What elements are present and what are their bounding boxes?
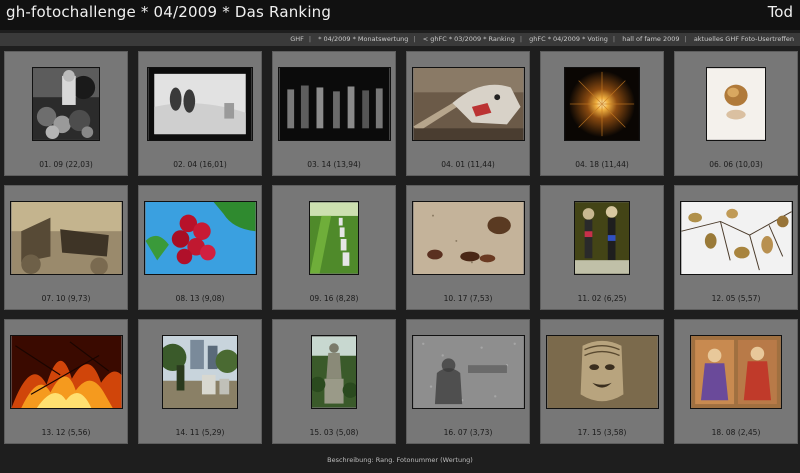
- photo-caption: 10. 17 (7,53): [443, 294, 493, 303]
- photo-caption: 04. 18 (11,44): [575, 160, 629, 169]
- nav-link-usertreffen[interactable]: aktuelles GHF Foto-Usertreffen: [694, 35, 794, 43]
- photo-cemetery-sepia-thumb[interactable]: [9, 200, 123, 275]
- photo-cell: 16. 07 (3,73): [406, 319, 530, 444]
- photo-wolf-thumb[interactable]: [411, 66, 525, 141]
- photo-cell: 04. 01 (11,44): [406, 51, 530, 176]
- photo-caption: 09. 16 (8,28): [309, 294, 359, 303]
- photo-dry-leaves-thumb[interactable]: [679, 200, 793, 275]
- photo-caption: 04. 01 (11,44): [441, 160, 495, 169]
- challenge-subject: Tod: [767, 3, 793, 21]
- photo-caption: 06. 06 (10,03): [709, 160, 763, 169]
- photo-cell: 14. 11 (5,29): [138, 319, 262, 444]
- photo-city-cemetery-thumb[interactable]: [162, 334, 238, 409]
- nav-link-hall-of-fame[interactable]: hall of fame 2009: [622, 35, 679, 43]
- photo-crosses-lawn-thumb[interactable]: [309, 200, 359, 275]
- photo-cell: 12. 05 (5,57): [674, 185, 798, 310]
- photo-dried-rose-thumb[interactable]: [706, 66, 766, 141]
- photo-caption: 11. 02 (6,25): [577, 294, 627, 303]
- photo-cell: 01. 09 (22,03): [4, 51, 128, 176]
- photo-caption: 15. 03 (5,08): [309, 428, 359, 437]
- photo-cell: 02. 04 (16,01): [138, 51, 262, 176]
- photo-caption: 07. 10 (9,73): [41, 294, 91, 303]
- photo-cell: 13. 12 (5,56): [4, 319, 128, 444]
- photo-feet-thumb[interactable]: [147, 66, 253, 141]
- photo-cell: 09. 16 (8,28): [272, 185, 396, 310]
- photo-person-flowers-thumb[interactable]: [32, 66, 100, 141]
- photo-caption: 16. 07 (3,73): [443, 428, 493, 437]
- photo-caption: 18. 08 (2,45): [711, 428, 761, 437]
- photo-dead-bird-thumb[interactable]: [411, 200, 525, 275]
- photo-stone-face-thumb[interactable]: [545, 334, 659, 409]
- photo-cell: 03. 14 (13,94): [272, 51, 396, 176]
- page-header: gh-fotochallenge * 04/2009 * Das Ranking…: [0, 0, 800, 30]
- photo-cell: 06. 06 (10,03): [674, 51, 798, 176]
- nav-link-ghf[interactable]: GHF: [290, 35, 304, 43]
- photo-statue-thumb[interactable]: [311, 334, 357, 409]
- photo-caption: 01. 09 (22,03): [39, 160, 93, 169]
- photo-cell: 08. 13 (9,08): [138, 185, 262, 310]
- nav-link-monatswertung[interactable]: * 04/2009 * Monatswertung: [318, 35, 408, 43]
- photo-caption: 17. 15 (3,58): [577, 428, 627, 437]
- photo-fresco-thumb[interactable]: [690, 334, 782, 409]
- footer-legend: Beschreibung: Rang. Fotonummer (Wertung): [327, 456, 473, 464]
- photo-cell: 11. 02 (6,25): [540, 185, 664, 310]
- photo-caption: 13. 12 (5,56): [41, 428, 91, 437]
- photo-skeleton-figures-thumb[interactable]: [574, 200, 630, 275]
- photo-cell: 07. 10 (9,73): [4, 185, 128, 310]
- photo-cell: 04. 18 (11,44): [540, 51, 664, 176]
- photo-cell: 18. 08 (2,45): [674, 319, 798, 444]
- nav-bar: GHF | * 04/2009 * Monatswertung | < ghFC *…: [0, 33, 800, 46]
- photo-cell: 10. 17 (7,53): [406, 185, 530, 310]
- nav-link-prev-ranking[interactable]: < ghFC * 03/2009 * Ranking: [423, 35, 515, 43]
- photo-cell: 15. 03 (5,08): [272, 319, 396, 444]
- photo-stone-text-thumb[interactable]: [411, 334, 525, 409]
- photo-caption: 03. 14 (13,94): [307, 160, 361, 169]
- nav-link-voting[interactable]: ghFC * 04/2009 * Voting: [529, 35, 608, 43]
- photo-fire-thumb[interactable]: [9, 334, 123, 409]
- photo-caption: 14. 11 (5,29): [175, 428, 225, 437]
- photo-graves-thumb[interactable]: [277, 66, 391, 141]
- photo-berries-thumb[interactable]: [143, 200, 257, 275]
- photo-caption: 08. 13 (9,08): [175, 294, 225, 303]
- photo-caption: 12. 05 (5,57): [711, 294, 761, 303]
- page-title: gh-fotochallenge * 04/2009 * Das Ranking: [6, 3, 332, 21]
- photo-caption: 02. 04 (16,01): [173, 160, 227, 169]
- photo-candle-thumb[interactable]: [564, 66, 640, 141]
- photo-cell: 17. 15 (3,58): [540, 319, 664, 444]
